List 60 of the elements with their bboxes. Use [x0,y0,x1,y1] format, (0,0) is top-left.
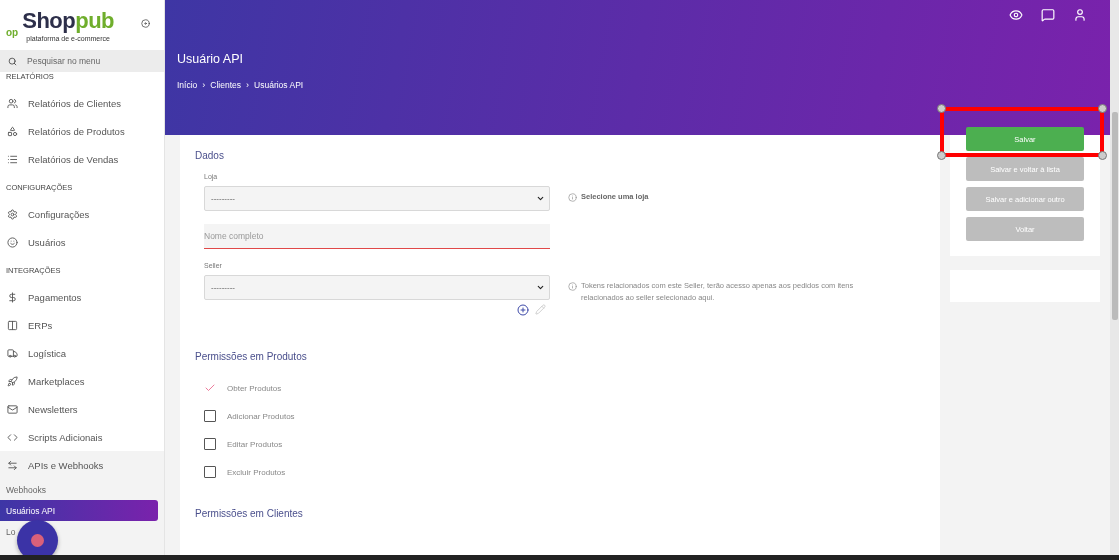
menu-item[interactable]: Relatórios de Clientes [0,89,164,117]
search-icon [8,56,17,66]
submenu-item[interactable]: Usuários API [0,500,158,521]
dollar-icon [7,291,18,303]
people-icon [7,97,18,109]
menu-item[interactable]: Relatórios de Vendas [0,145,164,173]
breadcrumb-separator: › [202,80,206,90]
section-title: Dados [195,150,225,161]
info-icon [568,281,577,291]
menu-item[interactable]: ERPs [0,311,164,339]
logo-mark: op [6,26,19,38]
smile-icon [7,236,18,248]
menu-item[interactable]: Usuários [0,228,164,256]
name-input-field[interactable]: Nome completo [204,224,550,249]
menu-item[interactable]: Pagamentos [0,283,164,311]
checkbox[interactable] [204,466,216,478]
menu-item[interactable]: Logística [0,339,164,367]
section-title: Permissões em Clientes [195,508,304,519]
checkbox-label: Editar Produtos [227,439,283,449]
checkbox-label: Obter Produtos [227,383,282,393]
section-title: Permissões em Produtos [195,351,308,362]
code-icon [7,431,18,443]
menu-item[interactable]: APIs e Webhooks [0,451,164,479]
checkbox-label: Adicionar Produtos [227,411,295,421]
submenu-item[interactable]: Lo [0,521,158,542]
select-field[interactable]: --------- [204,186,550,211]
checkbox[interactable] [204,410,216,422]
info-icon [568,192,577,202]
rocket-icon [7,375,18,387]
arrows-icon [7,459,18,471]
list-icon [7,153,18,165]
breadcrumb-link[interactable]: Início [177,80,198,90]
chevron-down-icon [536,194,545,203]
page-title: Usuário API [177,52,244,66]
checkbox-label: Excluir Produtos [227,467,286,477]
eye-icon[interactable] [1009,8,1023,22]
menu-item[interactable]: Scripts Adicionais [0,423,164,451]
checkbox[interactable] [204,438,216,450]
submenu-item[interactable]: Webhooks [0,479,158,500]
menu-item[interactable]: Relatórios de Produtos [0,117,164,145]
checkbox[interactable] [204,382,216,394]
menu-item[interactable]: Configurações [0,200,164,228]
breadcrumb-separator: › [246,80,250,90]
logo-wordmark: Shoppub [22,8,115,33]
columns-icon [7,319,18,331]
breadcrumb-link[interactable]: Usuários API [254,80,304,90]
add-icon[interactable] [517,304,529,316]
menu-item[interactable]: Newsletters [0,395,164,423]
breadcrumb-link[interactable]: Clientes [210,80,242,90]
truck-icon [7,347,18,359]
settings-icon [7,208,18,220]
chevron-down-icon [536,283,545,292]
scrollbar-thumb[interactable] [1111,112,1118,320]
message-icon[interactable] [1041,8,1055,22]
menu-item[interactable]: Marketplaces [0,367,164,395]
shapes-icon [7,125,18,137]
mail-icon [7,403,18,415]
select-field[interactable]: --------- [204,275,550,300]
menu-search-field[interactable]: Pesquisar no menu [0,50,164,72]
user-icon[interactable] [1073,8,1087,22]
